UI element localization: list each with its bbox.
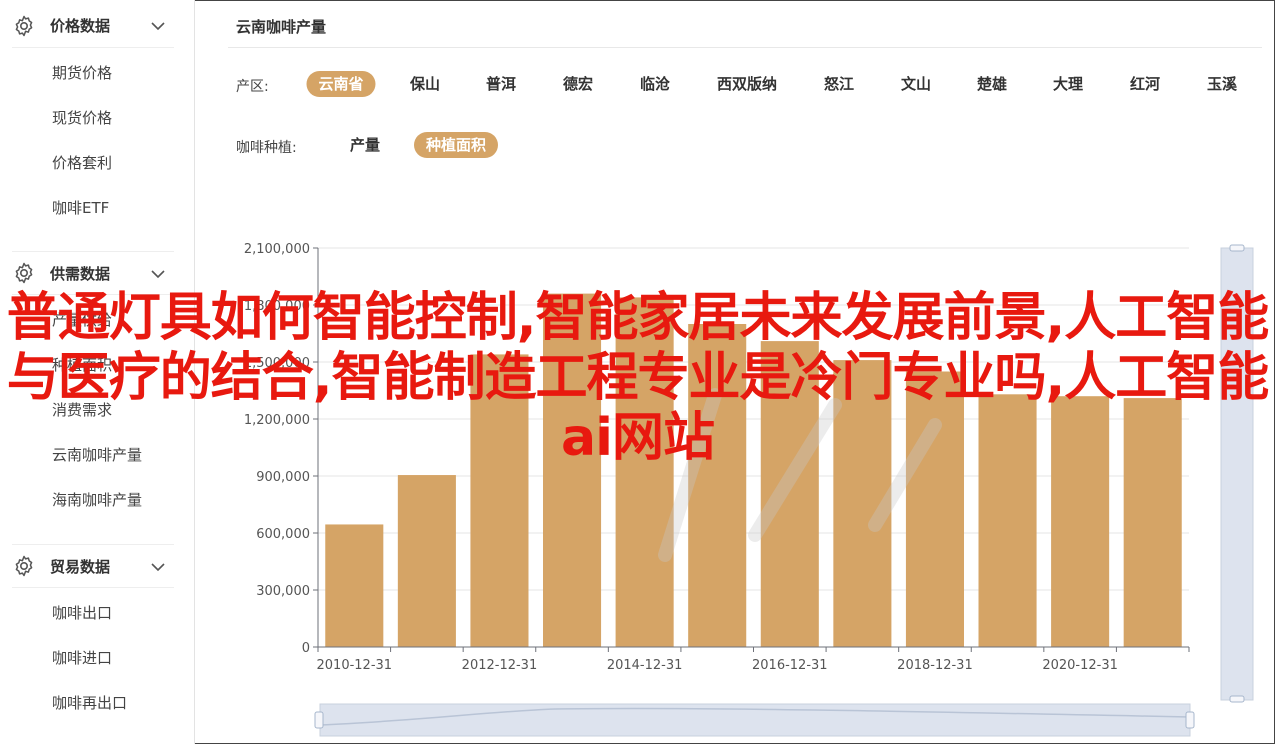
bar-chart: 0 300,000 600,000 900,000 1,200,000 1,500,000… [195, 225, 1275, 744]
page-title: 云南咖啡产量 [236, 18, 327, 36]
group-title: 供需数据 [50, 264, 111, 283]
y-tick-label: 1,500,000 [244, 356, 310, 371]
sidebar-item-coffee-reexport[interactable]: 咖啡再出口 [52, 692, 127, 713]
sidebar-item-hainan-coffee-output[interactable]: 海南咖啡产量 [52, 489, 142, 510]
zoom-handle-right[interactable] [1185, 711, 1195, 729]
bar [615, 297, 674, 647]
gear-icon [15, 555, 33, 577]
chevron-down-icon [151, 22, 165, 31]
group-price-data[interactable]: 价格数据 [12, 4, 174, 48]
bar [978, 394, 1037, 647]
group-title: 贸易数据 [50, 557, 111, 576]
x-tick-label: 2018-12-31 [897, 658, 973, 673]
sidebar-item-futures-price[interactable]: 期货价格 [52, 62, 112, 83]
region-chip-xishuangbanna[interactable]: 西双版纳 [705, 71, 789, 97]
sidebar-item-planting-area[interactable]: 种植面积 [52, 354, 112, 375]
variety-chip-output[interactable]: 产量 [338, 132, 392, 158]
group-title: 价格数据 [50, 17, 111, 35]
sidebar-item-consumption-demand[interactable]: 消费需求 [52, 399, 112, 420]
region-chip-wenshan[interactable]: 文山 [889, 71, 943, 97]
bar [760, 341, 819, 647]
y-tick-label: 1,800,000 [244, 299, 310, 314]
y-tick-label: 300,000 [256, 584, 310, 599]
zoom-handle-left[interactable] [314, 711, 324, 729]
bar [688, 324, 747, 647]
region-filter-label: 产区: [236, 79, 269, 95]
sidebar-item-coffee-etf[interactable]: 咖啡ETF [52, 197, 109, 218]
y-tick-label: 0 [302, 641, 310, 656]
region-chip-nujiang[interactable]: 怒江 [812, 71, 866, 97]
bar [1051, 396, 1110, 647]
bar [470, 354, 529, 647]
bar [905, 371, 964, 647]
x-tick-label: 2010-12-31 [317, 658, 393, 673]
region-chip-yunnan[interactable]: 云南省 [306, 71, 376, 97]
variety-chip-planting-area[interactable]: 种植面积 [413, 132, 499, 158]
region-chip-chuxiong[interactable]: 楚雄 [965, 71, 1019, 97]
chart-svg: 0 300,000 600,000 900,000 1,200,000 1,500,000… [244, 242, 1254, 737]
region-chip-lincang[interactable]: 临沧 [628, 71, 682, 97]
region-chip-puer[interactable]: 普洱 [474, 71, 528, 97]
bar [543, 293, 602, 647]
sidebar-item-yunnan-coffee-output[interactable]: 云南咖啡产量 [52, 444, 142, 465]
y-tick-label: 900,000 [256, 470, 310, 485]
y-tick-label: 2,100,000 [244, 242, 310, 257]
bar [1123, 398, 1182, 647]
region-chip-yuxi[interactable]: 玉溪 [1195, 71, 1249, 97]
chevron-down-icon [151, 270, 165, 279]
sidebar-item-production-supply[interactable]: 产量供给 [52, 309, 112, 330]
sidebar-item-coffee-export[interactable]: 咖啡出口 [52, 602, 112, 623]
x-tick-label: 2016-12-31 [752, 658, 828, 673]
y-tick-label: 600,000 [256, 527, 310, 542]
gear-icon [15, 15, 33, 36]
sidebar-item-spot-price[interactable]: 现货价格 [52, 107, 112, 128]
zoom-handle-bottom[interactable] [1229, 695, 1245, 703]
region-chip-baoshan[interactable]: 保山 [398, 71, 452, 97]
group-supply-demand[interactable]: 供需数据 [12, 251, 174, 295]
bar [325, 524, 384, 647]
x-tick-label: 2020-12-31 [1042, 658, 1118, 673]
bar [397, 475, 456, 647]
gear-icon [15, 262, 33, 284]
sidebar-item-price-arbitrage[interactable]: 价格套利 [52, 152, 112, 173]
region-chip-dali[interactable]: 大理 [1041, 71, 1095, 97]
sidebar-item-coffee-import[interactable]: 咖啡进口 [52, 647, 112, 668]
region-chip-dehong[interactable]: 德宏 [551, 71, 605, 97]
y-tick-label: 1,200,000 [244, 413, 310, 428]
divider [228, 47, 1262, 48]
group-trade-data[interactable]: 贸易数据 [12, 544, 174, 588]
chevron-down-icon [151, 563, 165, 572]
zoom-handle-top[interactable] [1229, 244, 1245, 252]
x-tick-label: 2014-12-31 [607, 658, 683, 673]
x-tick-label: 2012-12-31 [462, 658, 538, 673]
sidebar: 价格数据 期货价格 现货价格 价格套利 咖啡ETF 供需数据 产量供给 种植面积… [0, 0, 195, 744]
vertical-zoom-slider[interactable] [1220, 247, 1254, 701]
variety-filter-label: 咖啡种植: [236, 140, 297, 156]
region-chip-honghe[interactable]: 红河 [1118, 71, 1172, 97]
